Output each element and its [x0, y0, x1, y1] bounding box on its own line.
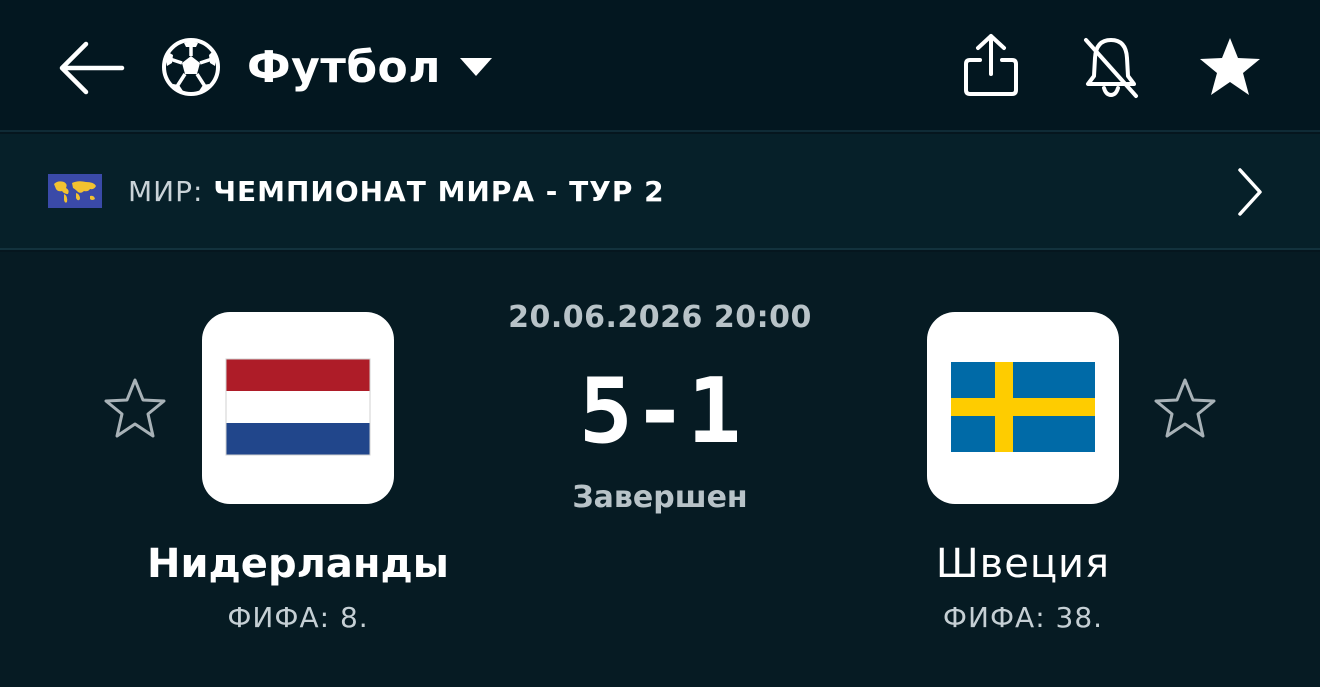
away-team-favorite-star-icon[interactable] — [1152, 376, 1218, 442]
top-app-bar: Футбол — [0, 0, 1320, 132]
sweden-flag-icon — [951, 362, 1095, 452]
away-team-fifa-rank: ФИФА: 38. — [942, 601, 1104, 634]
match-detail-screen: Футбол МИР: ЧЕМПИОНАТ МИРА - ТУР 2 Нидер… — [0, 0, 1320, 687]
caret-down-icon — [460, 58, 492, 76]
favorite-match-button[interactable] — [1196, 34, 1264, 100]
share-icon — [964, 34, 1018, 96]
notifications-off-button[interactable] — [1078, 32, 1144, 102]
league-name: ЧЕМПИОНАТ МИРА - ТУР 2 — [213, 175, 665, 208]
away-team-name[interactable]: Швеция — [873, 536, 1173, 592]
league-row[interactable]: МИР: ЧЕМПИОНАТ МИРА - ТУР 2 — [0, 134, 1320, 250]
world-map-flag-icon — [48, 174, 102, 208]
arrow-left-icon — [59, 41, 125, 95]
bell-off-icon — [1084, 38, 1138, 98]
share-button[interactable] — [958, 30, 1024, 102]
sport-dropdown-button[interactable] — [456, 50, 496, 84]
match-score: 5-1 — [578, 359, 742, 464]
home-team-name[interactable]: Нидерланды — [118, 536, 478, 592]
home-team-fifa-rank: ФИФА: 8. — [227, 601, 369, 634]
star-filled-icon — [1200, 38, 1260, 95]
home-team-logo[interactable] — [202, 312, 394, 504]
away-team-logo[interactable] — [927, 312, 1119, 504]
league-country: МИР: — [128, 175, 204, 208]
league-title: МИР: ЧЕМПИОНАТ МИРА - ТУР 2 — [128, 170, 665, 214]
home-team-favorite-star-icon[interactable] — [102, 376, 168, 442]
back-button[interactable] — [52, 36, 128, 100]
match-datetime: 20.06.2026 20:00 — [508, 300, 812, 335]
soccer-ball-icon — [162, 38, 220, 96]
chevron-right-icon[interactable] — [1232, 164, 1266, 220]
netherlands-flag-icon — [225, 358, 371, 456]
sport-title[interactable]: Футбол — [247, 38, 441, 98]
match-status: Завершен — [572, 480, 748, 515]
